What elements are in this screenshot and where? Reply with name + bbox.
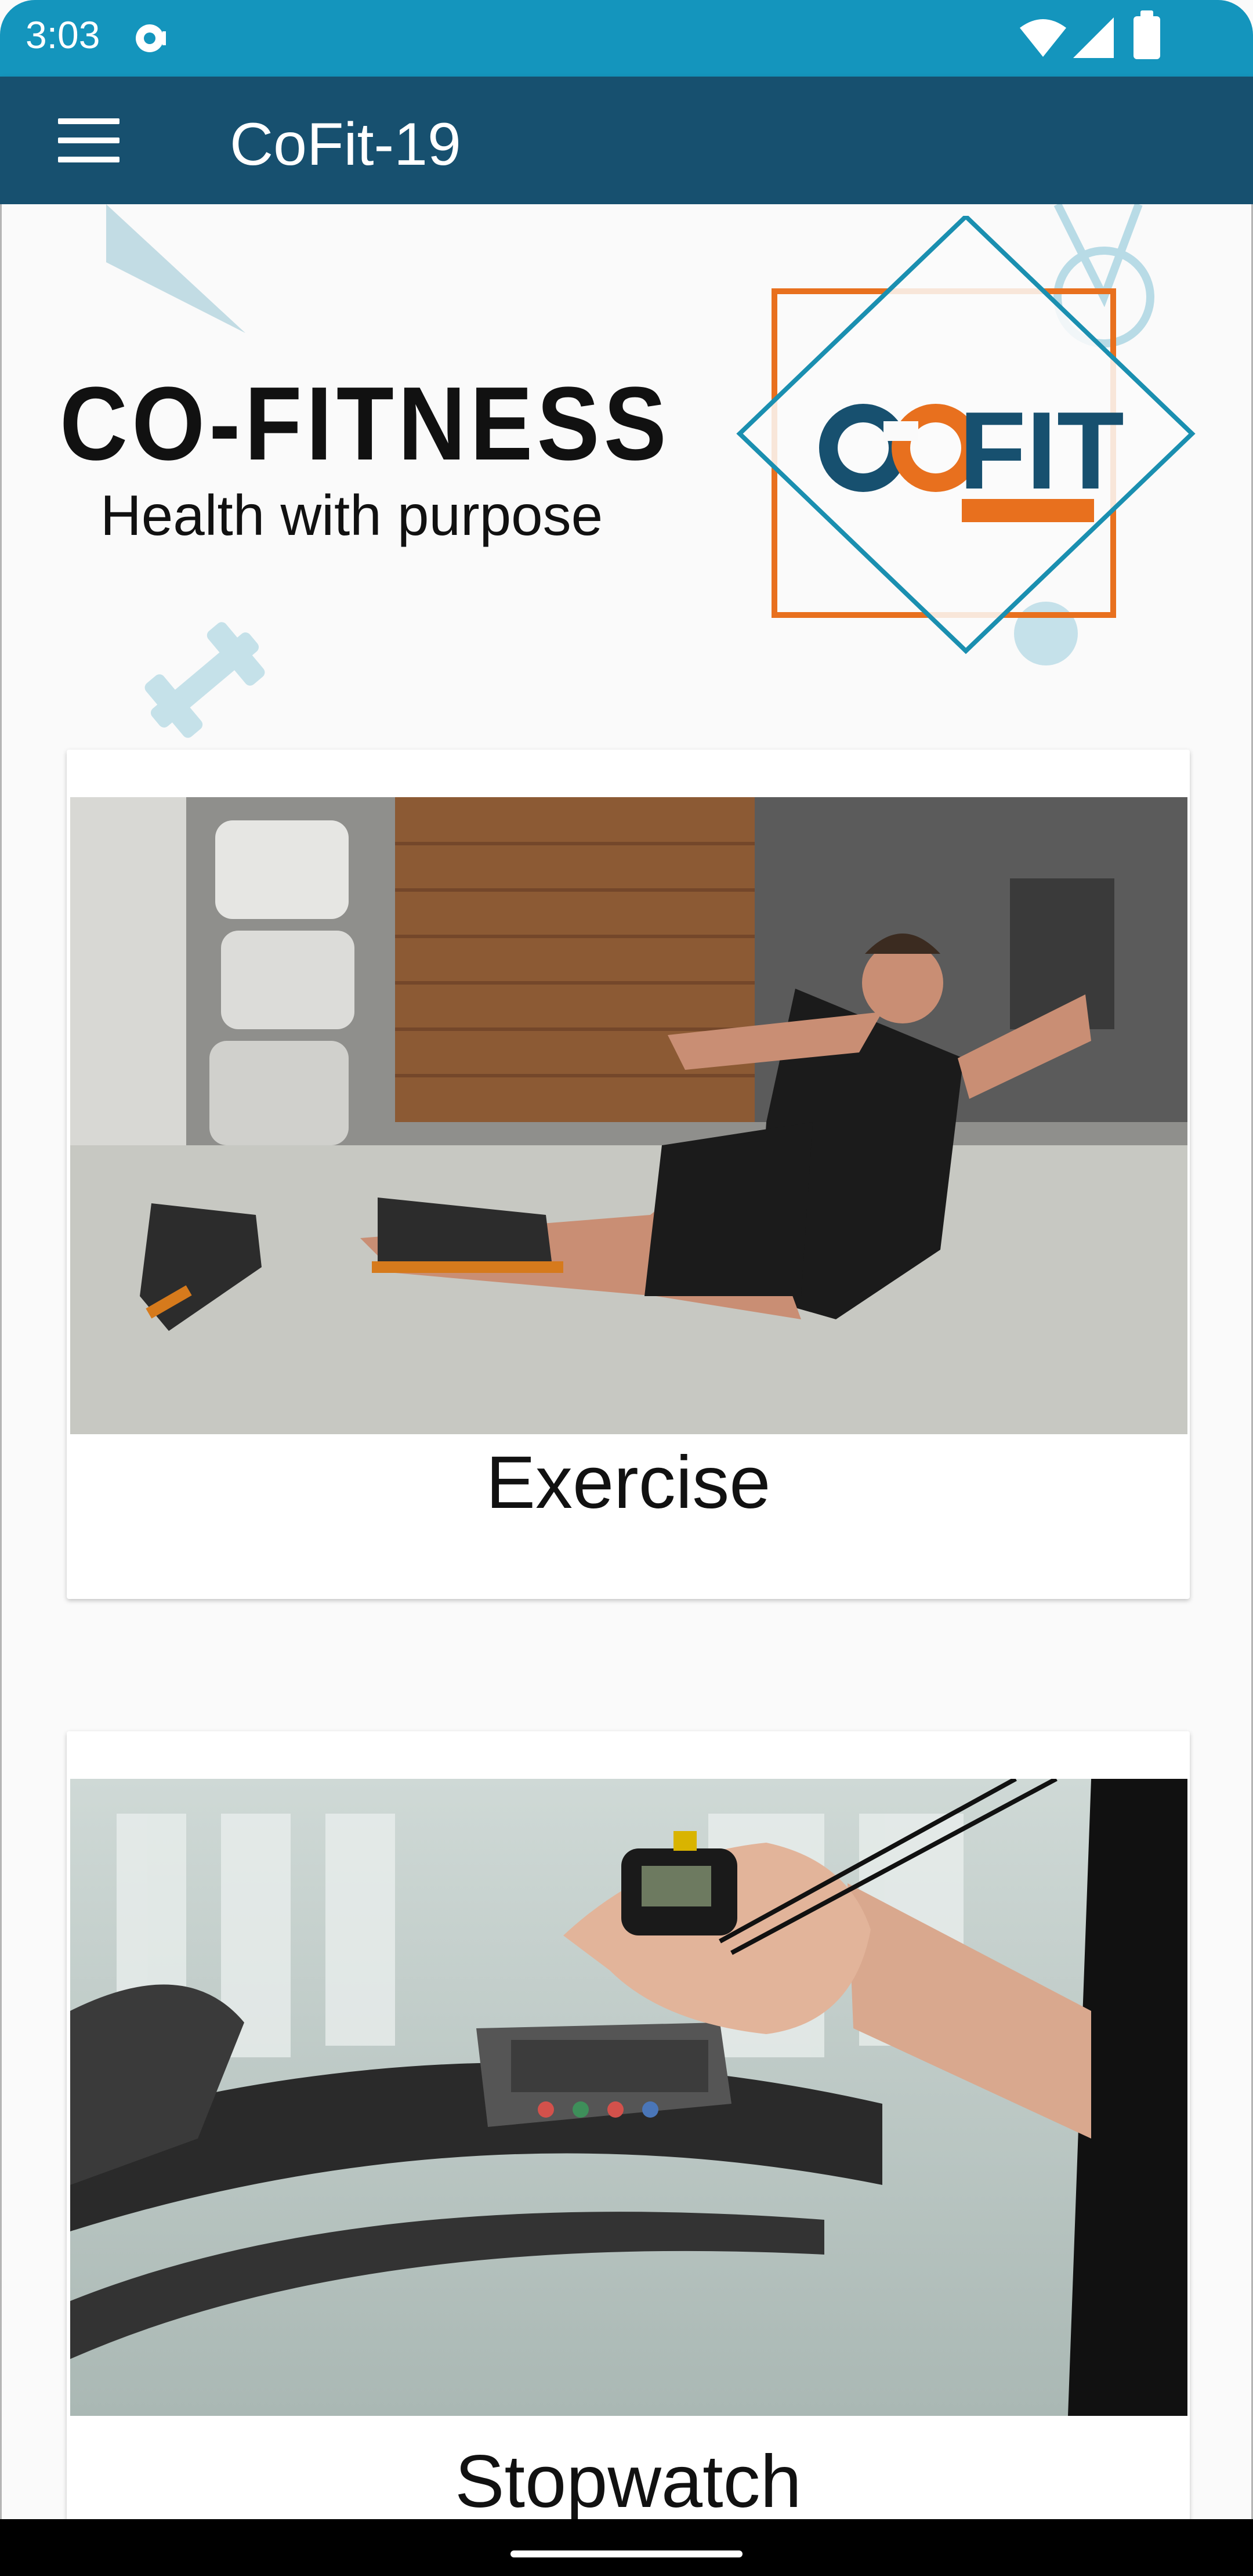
banner: CO-FITNESS Health with purpose FIT [2, 204, 1251, 750]
app-bar: CoFit-19 [0, 77, 1253, 204]
wifi-icon [1020, 19, 1066, 57]
status-bar: 3:03 [0, 0, 1253, 77]
decorative-triangle-icon [106, 204, 245, 333]
banner-title: CO-FITNESS [60, 366, 671, 482]
navigation-bar [0, 2519, 1253, 2576]
exercise-card[interactable]: Exercise [67, 750, 1190, 1599]
exercise-label: Exercise [486, 1441, 771, 1524]
battery-icon [1134, 10, 1160, 59]
cofit-logo: FIT [736, 216, 1196, 654]
stopwatch-image [70, 1779, 1187, 2416]
exercise-image [70, 797, 1187, 1434]
stopwatch-label: Stopwatch [455, 2440, 802, 2519]
signal-icon [1073, 17, 1114, 58]
notification-icon [136, 24, 166, 52]
app-title: CoFit-19 [230, 111, 461, 178]
main-content[interactable]: CO-FITNESS Health with purpose FIT Exerc… [0, 204, 1253, 2519]
home-handle[interactable] [510, 2550, 743, 2557]
svg-text:FIT: FIT [959, 389, 1124, 512]
menu-icon[interactable] [58, 118, 119, 162]
stopwatch-card[interactable]: Stopwatch [67, 1731, 1190, 2519]
decorative-dumbbell-icon [144, 622, 265, 738]
status-time: 3:03 [26, 13, 100, 56]
banner-subtitle: Health with purpose [100, 483, 603, 547]
